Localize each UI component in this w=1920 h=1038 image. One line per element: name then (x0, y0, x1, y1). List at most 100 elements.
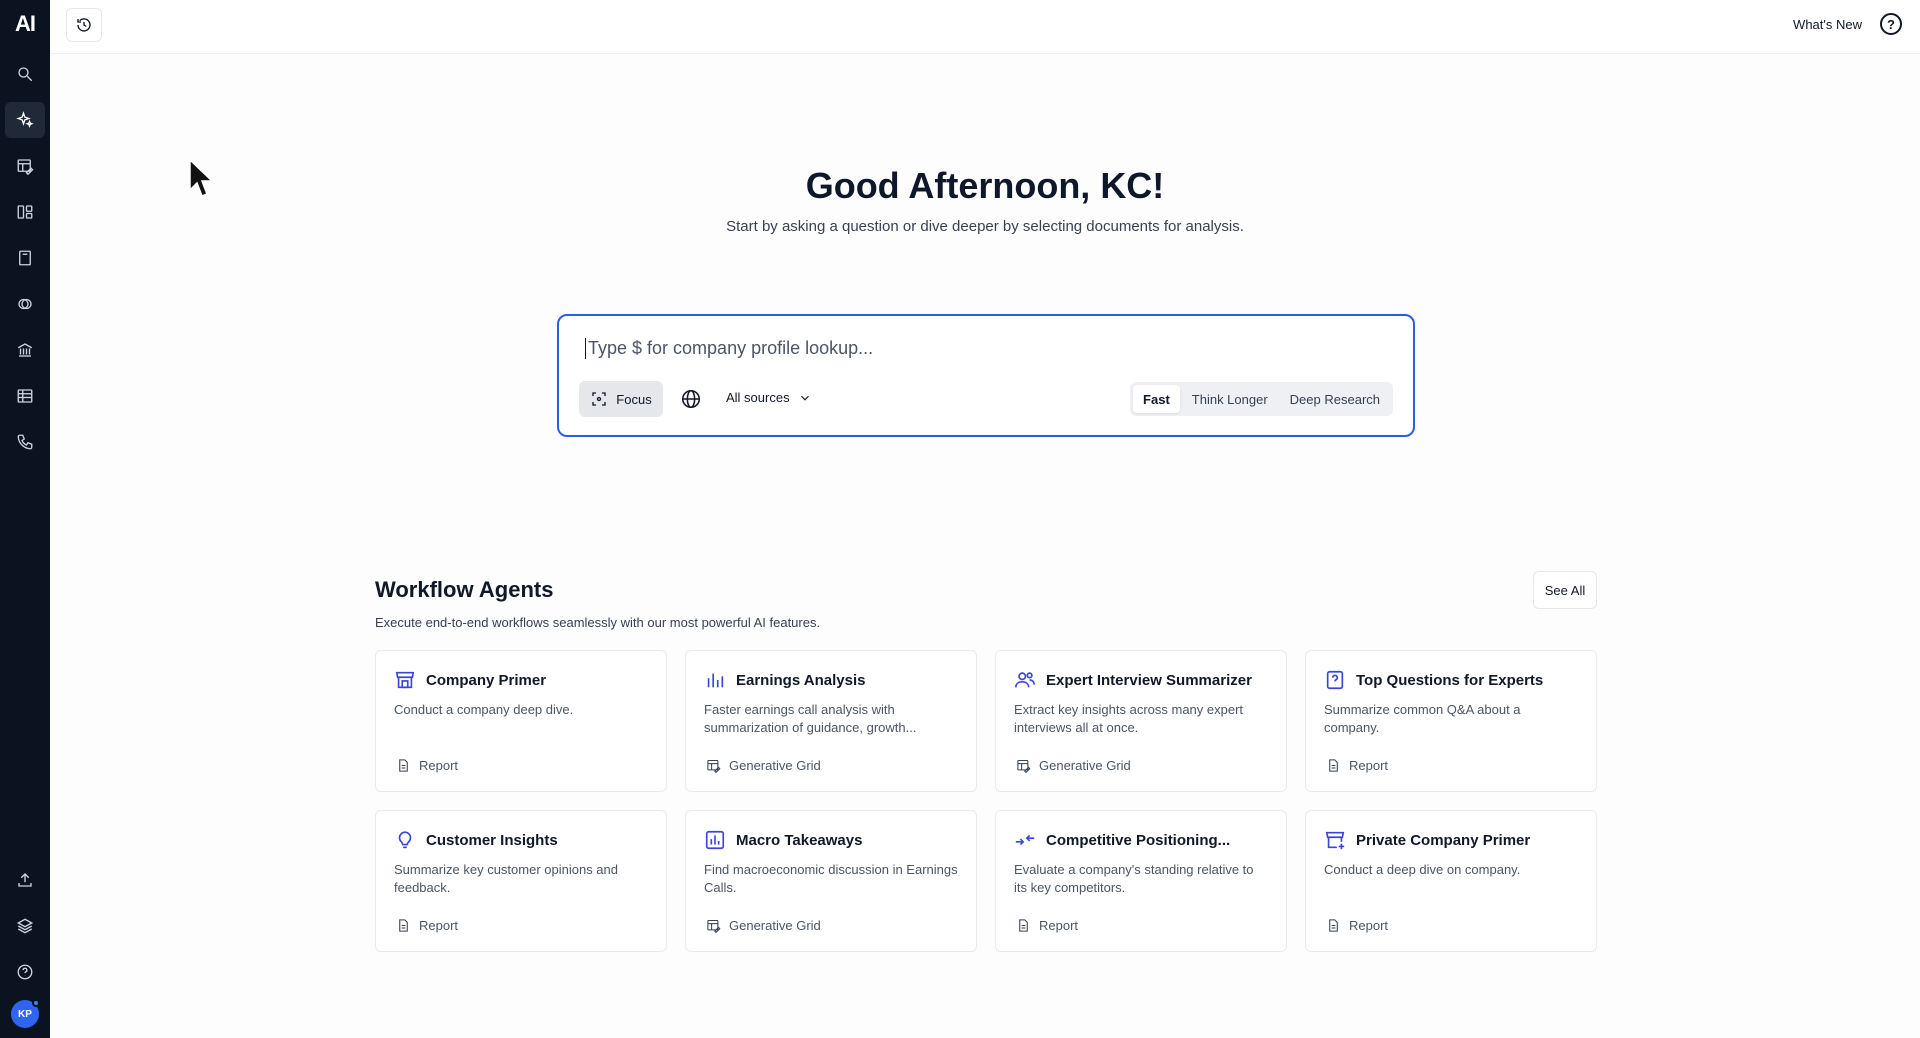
workflow-subtitle: Execute end-to-end workflows seamlessly … (375, 615, 821, 630)
grid-edit-icon (707, 919, 721, 933)
card-title: Competitive Positioning... (1046, 831, 1231, 849)
sources-dropdown[interactable]: All sources (726, 390, 812, 405)
avatar-initials: KP (18, 1008, 32, 1020)
sidebar-item-bank[interactable] (5, 332, 45, 368)
card-description: Find macroeconomic discussion in Earning… (704, 862, 958, 895)
question-box-icon (1324, 669, 1346, 691)
workflow-card[interactable]: Competitive Positioning... Evaluate a co… (995, 810, 1287, 952)
card-type: Report (396, 918, 458, 933)
sidebar-item-search[interactable] (5, 56, 45, 92)
sidebar-item-upload[interactable] (5, 862, 45, 898)
sidebar-nav (5, 56, 45, 460)
chevron-down-icon (800, 395, 809, 401)
arrows-icon (1014, 829, 1036, 851)
card-type: Generative Grid (1016, 758, 1131, 773)
document-icon (399, 919, 408, 932)
sidebar-item-overlap[interactable] (5, 286, 45, 322)
card-type: Report (1326, 758, 1388, 773)
see-all-button[interactable]: See All (1533, 571, 1597, 609)
greeting-title: Good Afternoon, KC! (805, 165, 1165, 206)
workflow-card[interactable]: Expert Interview Summarizer Extract key … (995, 650, 1287, 792)
help-icon[interactable]: ? (1880, 13, 1902, 35)
workflow-card[interactable]: Top Questions for Experts Summarize comm… (1305, 650, 1597, 792)
card-type-label: Generative Grid (1039, 758, 1131, 773)
grid-edit-icon (707, 759, 721, 773)
card-title: Earnings Analysis (736, 671, 866, 689)
bank-icon (17, 343, 33, 357)
card-description: Faster earnings call analysis with summa… (704, 702, 917, 735)
mode-deep-research[interactable]: Deep Research (1280, 385, 1390, 413)
sidebar-item-help[interactable] (5, 954, 45, 990)
card-description: Summarize common Q&A about a company. (1324, 702, 1521, 735)
users-icon (1014, 669, 1036, 691)
overlap-circles-icon (18, 298, 32, 310)
sidebar-item-table[interactable] (5, 378, 45, 414)
card-type-label: Report (1039, 918, 1079, 933)
mode-fast[interactable]: Fast (1133, 385, 1180, 413)
workflow-card[interactable]: Customer Insights Summarize key customer… (375, 810, 667, 952)
bar-chart-icon (704, 669, 726, 691)
document-icon (1019, 919, 1028, 932)
document-icon (399, 759, 408, 772)
card-title: Customer Insights (426, 831, 558, 849)
store-icon (394, 669, 416, 691)
history-icon (77, 18, 91, 32)
avatar[interactable]: KP (11, 999, 40, 1028)
upload-icon (18, 873, 32, 887)
search-input[interactable] (585, 338, 1365, 359)
phone-icon (17, 434, 33, 450)
sidebar-item-phone[interactable] (5, 424, 45, 460)
document-icon (1329, 759, 1338, 772)
table-icon (17, 389, 33, 403)
lightbulb-icon (394, 829, 416, 851)
search-icon (18, 67, 33, 82)
card-description: Evaluate a company's standing relative t… (1014, 862, 1254, 895)
sidebar-item-assistant[interactable] (5, 102, 45, 138)
whats-new-link[interactable]: What's New (1793, 17, 1862, 32)
card-description: Conduct a company deep dive. (394, 702, 574, 717)
focus-button[interactable]: Focus (579, 381, 663, 417)
workflow-card[interactable]: Private Company Primer Conduct a deep di… (1305, 810, 1597, 952)
grid-edit-icon (1017, 759, 1031, 773)
store-plus-icon (1324, 829, 1346, 851)
card-title: Top Questions for Experts (1356, 671, 1544, 689)
sidebar-item-notebook[interactable] (5, 240, 45, 276)
mode-think-longer[interactable]: Think Longer (1182, 385, 1278, 413)
sidebar-item-grid[interactable] (5, 148, 45, 184)
workflow-card[interactable]: Macro Takeaways Find macroeconomic discu… (685, 810, 977, 952)
app-logo[interactable]: AI (15, 10, 36, 38)
workflow-card[interactable]: Company Primer Conduct a company deep di… (375, 650, 667, 792)
card-title: Company Primer (426, 671, 547, 689)
focus-label: Focus (616, 391, 652, 407)
card-description: Extract key insights across many expert … (1014, 702, 1244, 735)
workflow-cards: Company Primer Conduct a company deep di… (375, 650, 1597, 952)
card-type: Report (1016, 918, 1078, 933)
focus-icon (592, 392, 606, 406)
grid-edit-icon (17, 159, 34, 175)
document-icon (1329, 919, 1338, 932)
card-type-label: Generative Grid (729, 758, 821, 773)
sources-label: All sources (726, 390, 790, 405)
globe-icon[interactable] (680, 388, 702, 410)
card-type-label: Report (1349, 918, 1389, 933)
card-type-label: Report (1349, 758, 1389, 773)
card-type-label: Generative Grid (729, 918, 821, 933)
card-type: Report (1326, 918, 1388, 933)
mode-selector: Fast Think Longer Deep Research (1130, 382, 1393, 416)
layers-icon (16, 918, 34, 934)
sidebar-item-layout[interactable] (5, 194, 45, 230)
card-title: Expert Interview Summarizer (1046, 671, 1252, 689)
notification-dot (32, 999, 40, 1007)
search-box: Focus All sources Fast Think Longer Deep… (557, 314, 1415, 437)
sidebar-item-layers[interactable] (5, 908, 45, 944)
card-description: Conduct a deep dive on company. (1324, 862, 1521, 877)
sidebar-bottom: KP (0, 862, 50, 1028)
card-description: Summarize key customer opinions and feed… (394, 862, 618, 895)
layout-icon (17, 205, 33, 219)
history-button[interactable] (66, 8, 102, 42)
notebook-icon (19, 250, 31, 266)
top-bar: What's New ? (50, 0, 1920, 54)
sidebar: AI KP (0, 0, 50, 1038)
workflow-card[interactable]: Earnings Analysis Faster earnings call a… (685, 650, 977, 792)
chart-box-icon (704, 829, 726, 851)
